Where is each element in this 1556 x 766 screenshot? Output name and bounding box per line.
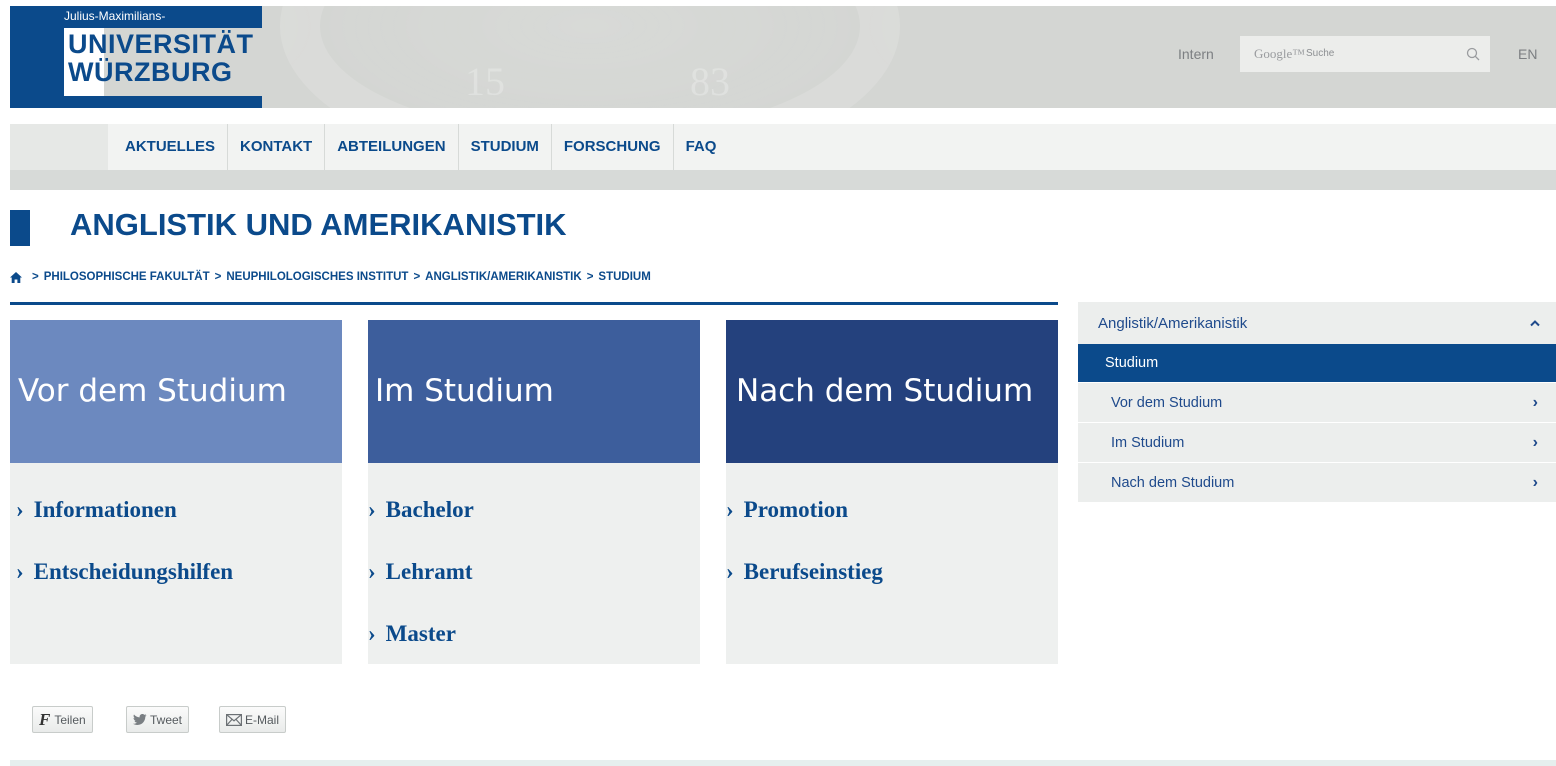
logo-line-2: WÜRZBURG [68, 57, 233, 87]
seal-number-left: 15 [465, 59, 505, 104]
breadcrumb-separator: > [32, 271, 39, 283]
main-navigation: AKTUELLES KONTAKT ABTEILUNGEN STUDIUM FO… [10, 124, 1556, 190]
intern-link[interactable]: Intern [1178, 46, 1214, 62]
chevron-right-icon: › [1532, 433, 1538, 451]
link-label: Entscheidungshilfen [33, 559, 234, 584]
logo-line-1: UNIVERSITÄT [68, 29, 254, 59]
search-icon[interactable] [1466, 47, 1480, 61]
sidebar-item-label: Nach dem Studium [1111, 474, 1235, 491]
card-nach-dem-studium: Nach dem Studium › Promotion › Berufsein… [726, 320, 1058, 664]
share-email-button[interactable]: E-Mail [219, 706, 287, 733]
footer-strip [10, 760, 1556, 766]
chevron-right-icon: › [16, 497, 24, 522]
link-entscheidungshilfen[interactable]: › Entscheidungshilfen [16, 541, 342, 603]
link-bachelor[interactable]: › Bachelor [368, 479, 700, 541]
link-label: Berufseinstieg [743, 559, 883, 584]
nav-bottom-strip [10, 170, 1556, 190]
card-header[interactable]: Nach dem Studium [726, 320, 1058, 463]
chevron-right-icon: › [16, 559, 24, 584]
title-accent-bar [10, 210, 30, 246]
breadcrumb-separator: > [586, 271, 594, 283]
mail-icon [226, 713, 242, 726]
breadcrumb-item-institut[interactable]: NEUPHILOLOGISCHES INSTITUT [226, 271, 408, 283]
link-berufseinstieg[interactable]: › Berufseinstieg [726, 541, 1058, 603]
chevron-up-icon[interactable] [1530, 319, 1540, 327]
breadcrumb-item-anglistik[interactable]: ANGLISTIK/AMERIKANISTIK [425, 271, 582, 283]
breadcrumb-item-fakultaet[interactable]: PHILOSOPHISCHE FAKULTÄT [44, 271, 210, 283]
nav-bar: AKTUELLES KONTAKT ABTEILUNGEN STUDIUM FO… [108, 124, 1556, 170]
search-brand: Google™ [1254, 46, 1306, 61]
site-header: 15 83 Julius-Maximilians- UNIVERSITÄT WÜ… [10, 6, 1556, 108]
card-links: › Informationen › Entscheidungshilfen [10, 463, 342, 603]
link-label: Bachelor [385, 497, 474, 522]
share-twitter-button[interactable]: Tweet [126, 706, 190, 733]
card-im-studium: Im Studium › Bachelor › Lehramt › Master [368, 320, 700, 664]
link-master[interactable]: › Master [368, 603, 700, 665]
chevron-right-icon: › [1532, 473, 1538, 491]
share-facebook-label: Teilen [54, 712, 86, 727]
share-twitter-label: Tweet [150, 712, 183, 727]
university-logo[interactable]: Julius-Maximilians- UNIVERSITÄT WÜRZBURG [10, 6, 262, 108]
card-vor-dem-studium: Vor dem Studium › Informationen › Entsch… [10, 320, 342, 664]
chevron-right-icon: › [368, 621, 376, 646]
language-switch-link[interactable]: EN [1518, 46, 1537, 62]
chevron-right-icon: › [368, 497, 376, 522]
sidebar-item-label: Vor dem Studium [1111, 394, 1223, 411]
breadcrumb: > PHILOSOPHISCHE FAKULTÄT > NEUPHILOLOGI… [10, 271, 651, 283]
sidebar-item-studium[interactable]: Studium [1078, 344, 1556, 382]
logo-small-text: Julius-Maximilians- [64, 9, 166, 23]
link-label: Promotion [743, 497, 849, 522]
card-links: › Bachelor › Lehramt › Master [368, 463, 700, 665]
link-lehramt[interactable]: › Lehramt [368, 541, 700, 603]
share-facebook-button[interactable]: F Teilen [32, 706, 93, 733]
facebook-icon: F [39, 709, 51, 729]
nav-item-faq[interactable]: FAQ [674, 124, 729, 170]
sidebar-parent-item[interactable]: Anglistik/Amerikanistik [1078, 302, 1556, 344]
nav-item-aktuelles[interactable]: AKTUELLES [108, 124, 228, 170]
link-label: Lehramt [385, 559, 473, 584]
card-title: Im Studium [375, 373, 554, 409]
sidebar-parent-label: Anglistik/Amerikanistik [1098, 314, 1248, 332]
card-header[interactable]: Vor dem Studium [10, 320, 342, 463]
twitter-icon [133, 714, 147, 725]
sidebar-navigation: Anglistik/Amerikanistik Studium Vor dem … [1078, 302, 1556, 502]
card-links: › Promotion › Berufseinstieg [726, 463, 1058, 603]
logo-bar [10, 6, 64, 108]
breadcrumb-item-studium[interactable]: STUDIUM [598, 271, 650, 283]
page-title: ANGLISTIK UND AMERIKANISTIK [70, 207, 567, 242]
sidebar-active-label: Studium [1105, 355, 1159, 371]
card-title: Vor dem Studium [18, 373, 287, 409]
nav-item-abteilungen[interactable]: ABTEILUNGEN [325, 124, 459, 170]
sidebar-item-im-studium[interactable]: Im Studium › [1078, 422, 1556, 462]
sidebar-item-label: Im Studium [1111, 434, 1185, 451]
home-icon[interactable] [10, 271, 22, 283]
seal-number-right: 83 [690, 59, 730, 104]
logo-bottom-band [64, 96, 262, 108]
nav-item-studium[interactable]: STUDIUM [459, 124, 552, 170]
chevron-right-icon: › [726, 559, 734, 584]
search-input[interactable]: Google™ Suche [1240, 36, 1490, 72]
sidebar-item-vor-dem-studium[interactable]: Vor dem Studium › [1078, 382, 1556, 422]
link-label: Informationen [33, 497, 177, 522]
sidebar-item-nach-dem-studium[interactable]: Nach dem Studium › [1078, 462, 1556, 502]
content-divider [10, 302, 1058, 305]
breadcrumb-separator: > [413, 271, 421, 283]
card-header[interactable]: Im Studium [368, 320, 700, 463]
card-title: Nach dem Studium [736, 373, 1034, 409]
chevron-right-icon: › [726, 497, 734, 522]
chevron-right-icon: › [1532, 393, 1538, 411]
nav-item-kontakt[interactable]: KONTAKT [228, 124, 326, 170]
search-placeholder: Suche [1306, 48, 1335, 59]
link-informationen[interactable]: › Informationen [16, 479, 342, 541]
university-seal-watermark [280, 6, 900, 108]
share-email-label: E-Mail [245, 712, 280, 727]
breadcrumb-separator: > [214, 271, 222, 283]
nav-item-forschung[interactable]: FORSCHUNG [552, 124, 674, 170]
chevron-right-icon: › [368, 559, 376, 584]
link-label: Master [385, 621, 456, 646]
link-promotion[interactable]: › Promotion [726, 479, 1058, 541]
